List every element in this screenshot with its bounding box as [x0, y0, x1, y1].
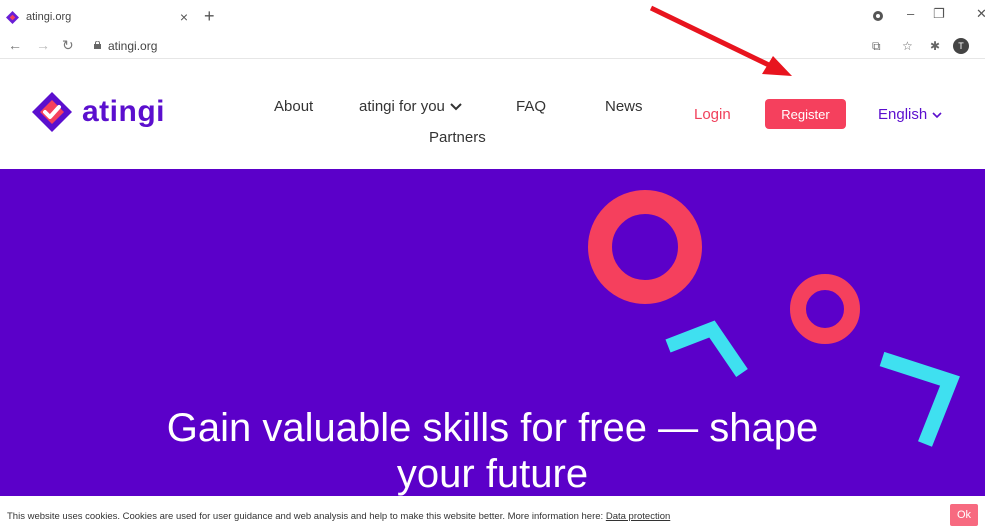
hero-title-line-2: your future: [396, 452, 589, 496]
hero-title: Gain valuable skills for free — shape yo…: [0, 405, 985, 496]
nav-faq[interactable]: FAQ: [516, 98, 546, 115]
small-ring-shape: [790, 274, 860, 344]
extensions-icon[interactable]: ✱: [930, 39, 940, 53]
cookie-ok-button[interactable]: Ok: [950, 504, 978, 526]
nav-partners[interactable]: Partners: [429, 129, 486, 146]
logo-text: atingi: [82, 95, 165, 128]
site-header: atingi About atingi for you FAQ News Par…: [0, 59, 985, 169]
close-tab-icon[interactable]: ×: [176, 9, 192, 25]
translate-icon[interactable]: ⧉: [872, 39, 881, 54]
hero-title-line-1: Gain valuable skills for free — shape: [166, 406, 819, 450]
small-chevron-shape: [665, 320, 748, 377]
forward-icon[interactable]: →: [36, 37, 50, 53]
close-window-icon[interactable]: ✕: [976, 6, 985, 22]
chrome-menu-icon[interactable]: [872, 10, 884, 22]
reload-icon[interactable]: ↻: [62, 37, 74, 54]
hero-section: Gain valuable skills for free — shape yo…: [0, 169, 985, 496]
cookie-banner: This website uses cookies. Cookies are u…: [0, 496, 985, 530]
lock-icon: [94, 41, 101, 49]
nav-atingi-for-you-label: atingi for you: [359, 98, 445, 115]
language-selector[interactable]: English: [878, 106, 942, 123]
nav-atingi-for-you[interactable]: atingi for you: [359, 98, 462, 115]
atingi-favicon-icon: [6, 10, 19, 24]
atingi-logo-icon: [32, 92, 72, 132]
cookie-message: This website uses cookies. Cookies are u…: [7, 511, 606, 522]
nav-news[interactable]: News: [605, 98, 643, 115]
register-button[interactable]: Register: [765, 99, 846, 129]
browser-tab-bar: atingi.org × + – ❐ ✕: [0, 0, 985, 34]
data-protection-link[interactable]: Data protection: [606, 511, 670, 522]
cookie-text: This website uses cookies. Cookies are u…: [7, 511, 670, 522]
large-ring-shape: [588, 190, 702, 304]
browser-toolbar: ← → ↻ atingi.org ⧉ ☆ ✱ T: [0, 34, 985, 59]
atingi-logo[interactable]: atingi: [30, 90, 165, 134]
back-icon[interactable]: ←: [8, 37, 22, 53]
new-tab-icon[interactable]: +: [204, 6, 215, 27]
restore-icon[interactable]: ❐: [933, 6, 945, 22]
chevron-down-icon: [932, 112, 942, 119]
login-link[interactable]: Login: [694, 106, 731, 123]
minimize-icon[interactable]: –: [907, 6, 914, 21]
tab-title: atingi.org: [26, 11, 72, 23]
star-icon[interactable]: ☆: [902, 39, 913, 53]
language-label: English: [878, 106, 928, 123]
chevron-down-icon: [450, 103, 462, 111]
browser-tab[interactable]: atingi.org ×: [6, 4, 192, 30]
profile-avatar[interactable]: T: [953, 38, 969, 54]
nav-about[interactable]: About: [274, 98, 313, 115]
address-bar[interactable]: atingi.org: [108, 39, 157, 53]
